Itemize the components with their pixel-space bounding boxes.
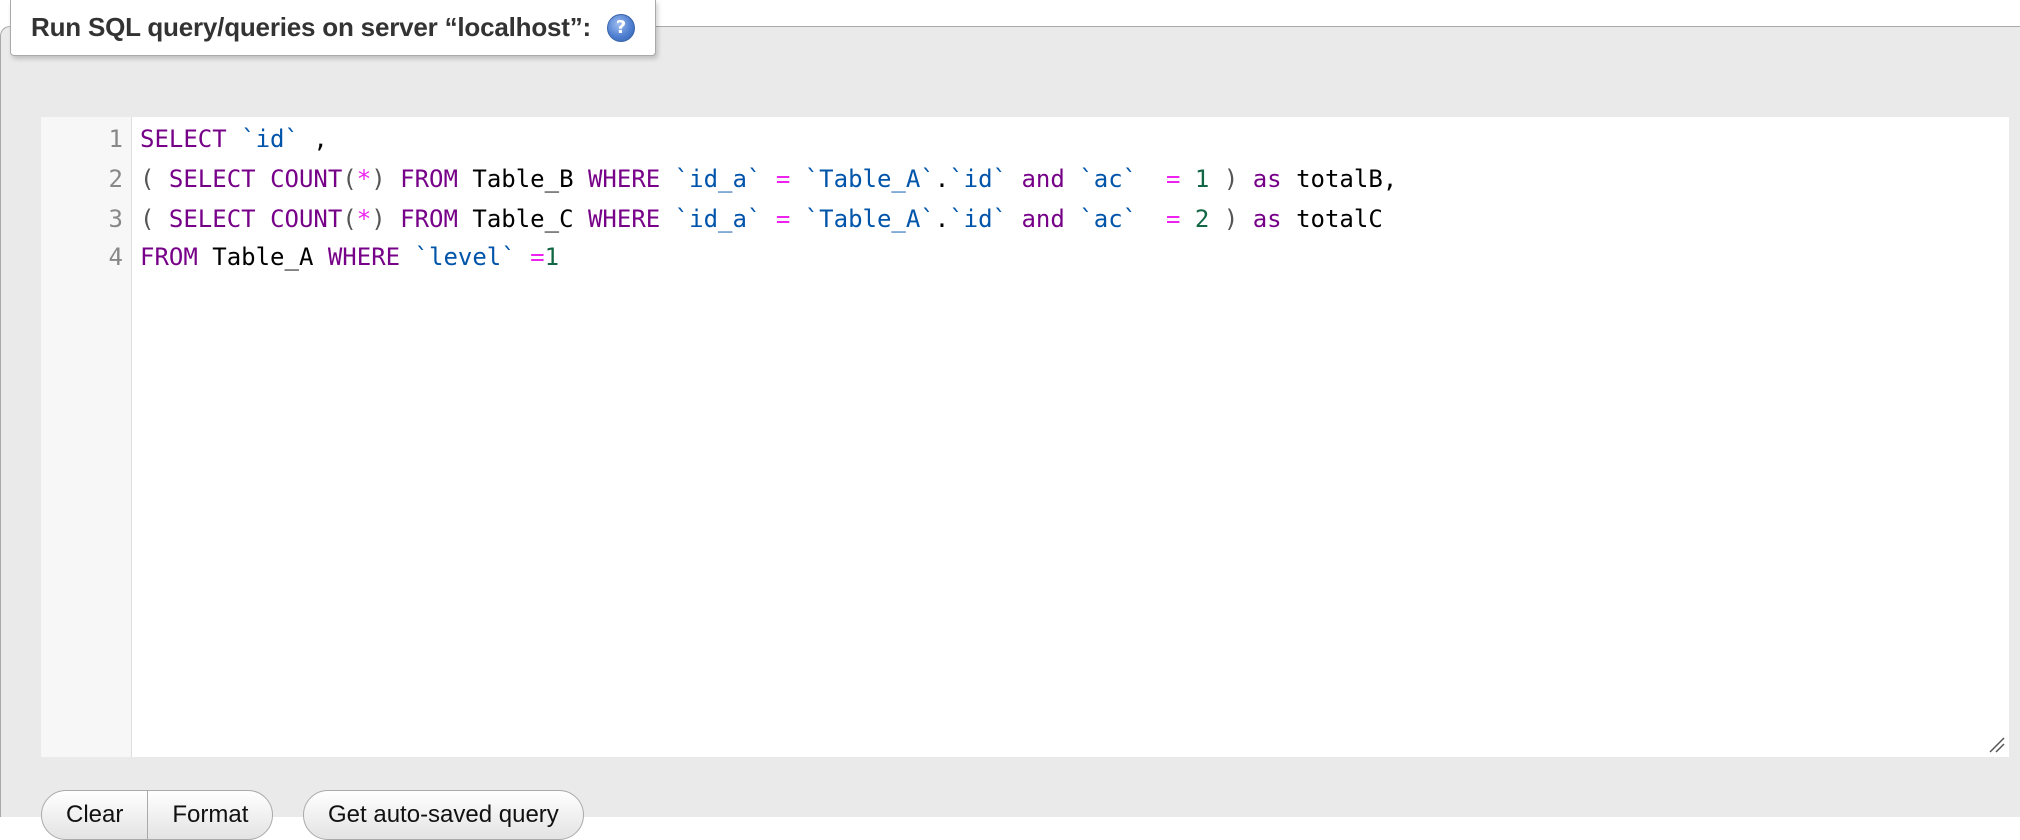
clear-button[interactable]: Clear bbox=[42, 791, 147, 839]
line-number: 3 bbox=[108, 205, 123, 233]
line-number: 1 bbox=[108, 125, 123, 153]
code-token: ( bbox=[140, 165, 155, 193]
code-token: SELECT bbox=[140, 125, 227, 153]
code-token: 1 bbox=[544, 243, 560, 271]
code-token: `id` bbox=[241, 125, 299, 153]
code-token: * bbox=[356, 205, 372, 233]
code-token: WHERE bbox=[587, 205, 661, 233]
code-token: ( bbox=[342, 205, 357, 233]
code-token: COUNT bbox=[270, 205, 343, 233]
code-token: `id_a` bbox=[674, 205, 762, 233]
code-token: * bbox=[356, 165, 372, 193]
code-token: ) bbox=[1223, 205, 1239, 233]
code-token: `ac` bbox=[1079, 165, 1138, 193]
code-token: Table_C bbox=[457, 205, 588, 233]
code-token: `id` bbox=[949, 165, 1008, 193]
auto-saved-button-group: Get auto-saved query bbox=[303, 790, 584, 840]
code-token: 1 bbox=[1194, 165, 1210, 193]
line-number-gutter: 1 2 3 4 bbox=[41, 117, 132, 757]
code-token: ) bbox=[371, 165, 386, 193]
code-token: . bbox=[934, 205, 950, 233]
help-icon[interactable]: ? bbox=[606, 13, 635, 42]
code-line[interactable]: ( SELECT COUNT(*) FROM Table_B WHERE `id… bbox=[140, 159, 1397, 199]
page-title: Run SQL query/queries on server “localho… bbox=[31, 12, 591, 42]
sql-editor[interactable]: 1 2 3 4 SELECT `id` , ( SELECT COUNT(*) … bbox=[41, 117, 2009, 757]
code-token: ( bbox=[140, 205, 155, 233]
code-token: = bbox=[1166, 205, 1181, 233]
code-token: WHERE bbox=[327, 243, 401, 271]
code-token: = bbox=[775, 205, 791, 233]
code-token: FROM bbox=[140, 243, 198, 271]
resize-grip-icon[interactable] bbox=[1987, 735, 2005, 753]
line-number: 4 bbox=[108, 243, 123, 271]
code-token: `Table_A` bbox=[804, 205, 935, 233]
code-token: Table_B bbox=[457, 165, 588, 193]
code-token: ) bbox=[1223, 165, 1239, 193]
code-token: totalC bbox=[1281, 205, 1383, 233]
code-token: `id_a` bbox=[674, 165, 762, 193]
code-token: `ac` bbox=[1079, 205, 1138, 233]
code-token: `level` bbox=[414, 243, 516, 271]
code-token: and bbox=[1021, 205, 1065, 233]
code-token: FROM bbox=[400, 165, 458, 193]
code-token: WHERE bbox=[587, 165, 661, 193]
fieldset-legend: Run SQL query/queries on server “localho… bbox=[10, 0, 656, 56]
code-token: ) bbox=[371, 205, 386, 233]
code-token: ( bbox=[342, 165, 357, 193]
code-line[interactable]: FROM Table_A WHERE `level` =1 bbox=[140, 237, 559, 277]
code-token: SELECT bbox=[168, 165, 256, 193]
code-token: and bbox=[1021, 165, 1065, 193]
code-token: totalB, bbox=[1281, 165, 1398, 193]
code-token: COUNT bbox=[270, 165, 343, 193]
sql-query-fieldset: 1 2 3 4 SELECT `id` , ( SELECT COUNT(*) … bbox=[0, 26, 2020, 840]
code-token: = bbox=[1166, 165, 1181, 193]
code-token: 2 bbox=[1194, 205, 1210, 233]
line-number: 2 bbox=[108, 165, 123, 193]
code-token: = bbox=[530, 243, 545, 271]
code-line[interactable]: SELECT `id` , bbox=[140, 119, 328, 159]
code-token: , bbox=[298, 125, 328, 153]
code-token: `Table_A` bbox=[804, 165, 935, 193]
code-token: = bbox=[775, 165, 791, 193]
code-token: FROM bbox=[400, 205, 458, 233]
clear-format-button-group: Clear Format bbox=[41, 790, 274, 840]
format-button[interactable]: Format bbox=[147, 791, 272, 839]
code-line[interactable]: ( SELECT COUNT(*) FROM Table_C WHERE `id… bbox=[140, 199, 1383, 239]
code-token: SELECT bbox=[168, 205, 256, 233]
code-token: . bbox=[934, 165, 950, 193]
code-token: as bbox=[1252, 205, 1282, 233]
code-token: Table_A bbox=[197, 243, 328, 271]
code-token: `id` bbox=[949, 205, 1008, 233]
get-auto-saved-query-button[interactable]: Get auto-saved query bbox=[304, 791, 583, 839]
code-token: as bbox=[1252, 165, 1282, 193]
